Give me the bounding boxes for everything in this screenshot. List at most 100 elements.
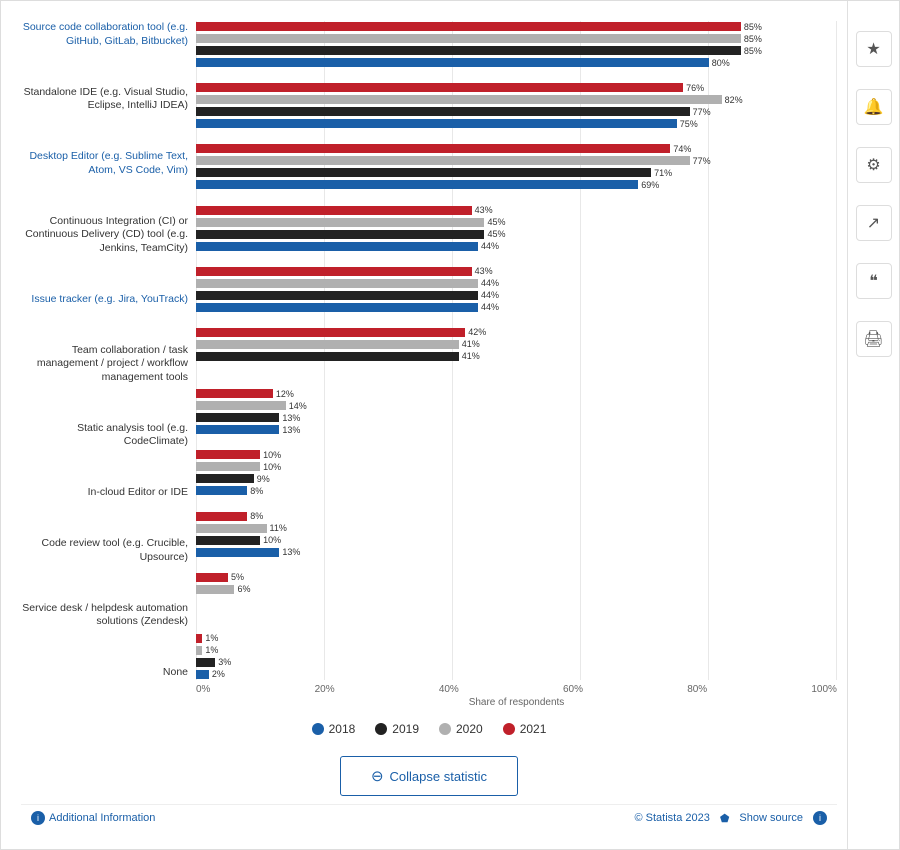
bar-value-label: 41%: [462, 339, 480, 349]
bar-value-label: 11%: [270, 523, 287, 533]
footer: i Additional Information © Statista 2023…: [21, 804, 837, 829]
bar-row: 82%: [196, 94, 837, 105]
bar-row: 74%: [196, 143, 837, 154]
y-label: Service desk / helpdesk automation solut…: [21, 602, 196, 629]
bar-row: 43%: [196, 266, 837, 277]
bar-value-label: 8%: [250, 511, 263, 521]
bar-value-label: 10%: [263, 535, 281, 545]
gear-icon[interactable]: ⚙: [856, 147, 892, 183]
bar: [196, 180, 638, 189]
bar-value-label: 41%: [462, 351, 480, 361]
bar-row: 12%: [196, 388, 837, 399]
collapse-label: Collapse statistic: [390, 769, 488, 784]
bar-value-label: 6%: [237, 584, 250, 594]
bar-row: 1%: [196, 633, 837, 644]
bar-row: 71%: [196, 167, 837, 178]
legend-label: 2018: [329, 722, 356, 736]
bar-value-label: 43%: [475, 266, 493, 276]
bar: [196, 450, 260, 459]
bar: [196, 22, 741, 31]
y-label: Continuous Integration (CI) or Continuou…: [21, 215, 196, 256]
collapse-area: ⊖ Collapse statistic: [21, 742, 837, 804]
bar: [196, 413, 279, 422]
bar-value-label: 14%: [289, 401, 307, 411]
y-label: Source code collaboration tool (e.g. Git…: [21, 21, 196, 48]
x-tick: 80%: [687, 684, 707, 695]
y-labels: Source code collaboration tool (e.g. Git…: [21, 21, 196, 710]
bar: [196, 474, 254, 483]
bar: [196, 58, 709, 67]
bar: [196, 95, 722, 104]
y-label: Desktop Editor (e.g. Sublime Text, Atom,…: [21, 150, 196, 177]
bar-value-label: 3%: [218, 657, 231, 667]
bar-row: 2%: [196, 669, 837, 680]
bar-row: 10%: [196, 535, 837, 546]
footer-right: © Statista 2023 ⬟ Show source i: [634, 811, 827, 825]
y-label: None: [21, 666, 196, 680]
x-axis-label: Share of respondents: [196, 697, 837, 708]
bar-value-label: 8%: [250, 486, 263, 496]
bar: [196, 46, 741, 55]
bar: [196, 291, 478, 300]
bar: [196, 168, 651, 177]
bar-value-label: 77%: [693, 107, 711, 117]
bar-row: 10%: [196, 449, 837, 460]
sidebar: ★ 🔔 ⚙ ↗ ❝ 🖨: [847, 1, 899, 849]
bar-row: 69%: [196, 179, 837, 190]
bar-value-label: 9%: [257, 474, 270, 484]
bar: [196, 230, 484, 239]
legend-area: 2018201920202021: [21, 714, 837, 742]
bar: [196, 512, 247, 521]
show-source-link[interactable]: Show source: [739, 812, 803, 824]
bar-value-label: 69%: [641, 180, 659, 190]
bar: [196, 524, 267, 533]
bar-value-label: 44%: [481, 241, 499, 251]
print-icon[interactable]: 🖨: [856, 321, 892, 357]
bar: [196, 218, 484, 227]
x-tick: 40%: [439, 684, 459, 695]
bar-row: 13%: [196, 412, 837, 423]
bar-value-label: 76%: [686, 83, 704, 93]
bar: [196, 462, 260, 471]
bar-group: 74%77%71% 69%: [196, 143, 837, 190]
star-icon[interactable]: ★: [856, 31, 892, 67]
bar-row: 41%: [196, 339, 837, 350]
bar-value-label: 1%: [205, 645, 218, 655]
bar-value-label: 43%: [475, 205, 493, 215]
y-label: Team collaboration / task management / p…: [21, 344, 196, 385]
collapse-button[interactable]: ⊖ Collapse statistic: [340, 756, 518, 796]
legend-item: 2020: [439, 722, 483, 736]
bar-group: 76%82%77%75%: [196, 82, 837, 129]
legend-label: 2021: [520, 722, 547, 736]
share-icon[interactable]: ↗: [856, 205, 892, 241]
bar: [196, 634, 202, 643]
additional-info-link[interactable]: Additional Information: [49, 812, 155, 824]
legend-dot: [503, 723, 515, 735]
bar: [196, 486, 247, 495]
x-tick: 60%: [563, 684, 583, 695]
legend-dot: [312, 723, 324, 735]
bar-row: 45%: [196, 217, 837, 228]
quote-icon[interactable]: ❝: [856, 263, 892, 299]
x-ticks: 0%20%40%60%80%100%: [196, 684, 837, 695]
bar-row: 13%: [196, 424, 837, 435]
bar-row: [196, 596, 837, 607]
bar-row: 41%: [196, 351, 837, 362]
bar-row: 85%: [196, 33, 837, 44]
bar-row: 85%: [196, 21, 837, 32]
bell-icon[interactable]: 🔔: [856, 89, 892, 125]
bar: [196, 83, 683, 92]
bar-value-label: 10%: [263, 450, 281, 460]
statista-credit: © Statista 2023: [634, 812, 709, 824]
legend-dot: [375, 723, 387, 735]
bar-row: 77%: [196, 155, 837, 166]
statista-icon: ⬟: [720, 812, 730, 825]
bar-value-label: 85%: [744, 34, 762, 44]
bar: [196, 401, 286, 410]
x-tick: 100%: [811, 684, 837, 695]
bar: [196, 242, 478, 251]
legend-dot: [439, 723, 451, 735]
bar-row: 44%: [196, 302, 837, 313]
bar-row: 77%: [196, 106, 837, 117]
bar-row: 76%: [196, 82, 837, 93]
